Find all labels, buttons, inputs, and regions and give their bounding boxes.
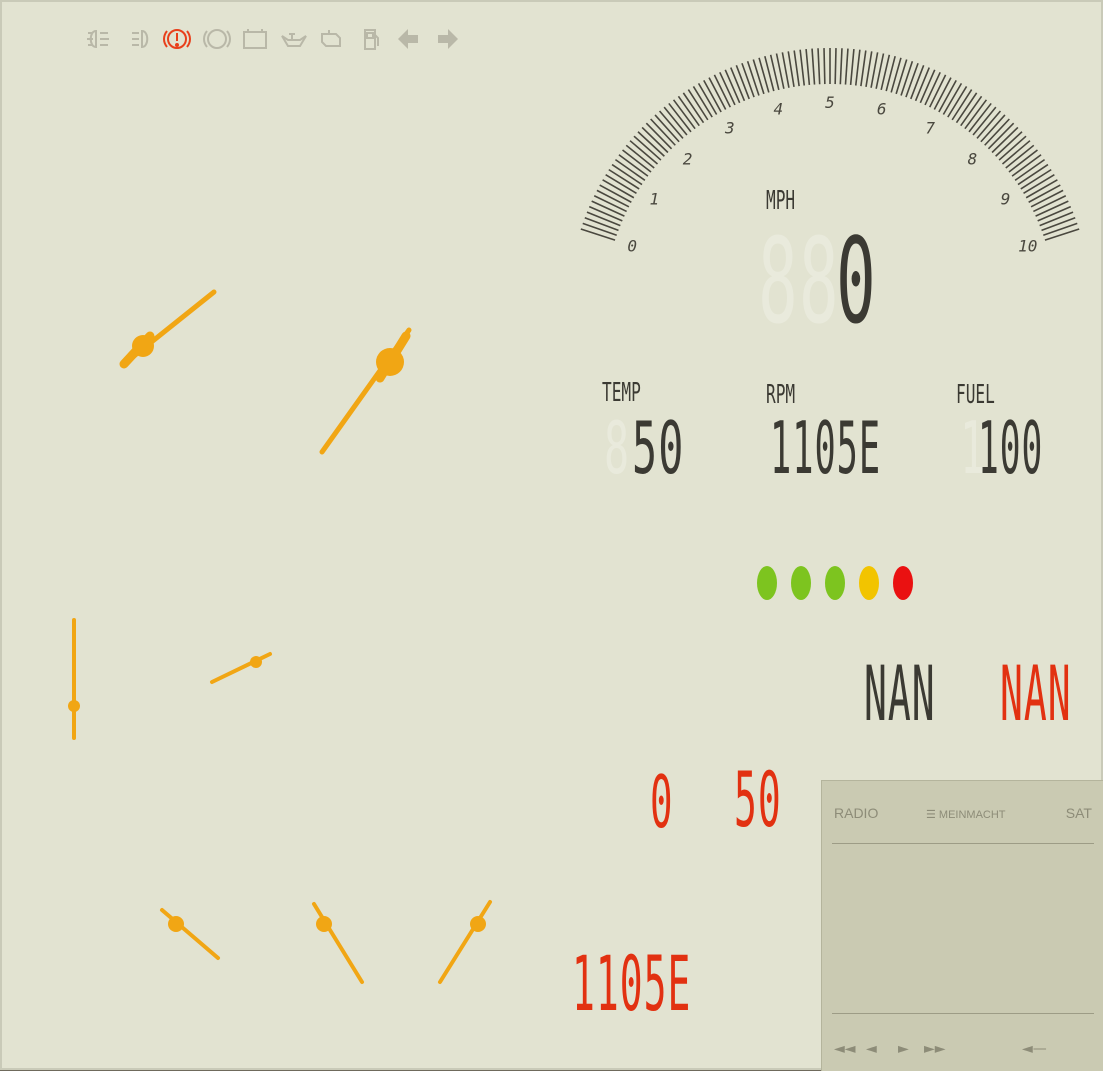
speedo-tick-label: 1 xyxy=(650,190,660,209)
needle-3 xyxy=(68,618,80,740)
wave-icon: ☰ xyxy=(926,809,939,821)
forward-button[interactable]: ►► xyxy=(924,1041,946,1057)
shift-light xyxy=(859,566,879,600)
red-readout-b: 50 xyxy=(734,755,782,844)
shift-light xyxy=(825,566,845,600)
speedo-tick xyxy=(752,59,765,95)
speedo-tick xyxy=(582,222,617,237)
speedo-tick xyxy=(1043,222,1078,237)
needle-layer xyxy=(68,289,492,984)
needle-7 xyxy=(438,900,492,984)
tab-radio[interactable]: RADIO xyxy=(834,805,878,821)
temp-label: TEMP xyxy=(602,378,641,408)
speedo-tick xyxy=(793,50,800,87)
radio-brand-label: MEINMACHT xyxy=(938,809,1006,821)
speedo-tick xyxy=(746,61,760,96)
speedo-tick-label: 5 xyxy=(825,93,835,112)
rpm-value: 1105E xyxy=(770,406,882,490)
shift-light xyxy=(791,566,811,600)
temp-value: 50 xyxy=(632,406,685,490)
speedo-tick xyxy=(854,49,861,86)
speedo-tick xyxy=(735,65,750,100)
needle-2 xyxy=(319,327,412,455)
speedo-tick-label: 8 xyxy=(968,149,978,168)
speedo-tick xyxy=(741,62,755,98)
red-readout-c: 1105E xyxy=(572,939,692,1028)
speedo-tick xyxy=(870,52,879,88)
needle-1 xyxy=(119,289,217,369)
speedo-tick-label: 0 xyxy=(627,237,637,256)
prev-button[interactable]: ◄ xyxy=(866,1041,877,1057)
speedo-tick-label: 3 xyxy=(724,119,735,138)
nan-readout-red: NAN xyxy=(1000,649,1072,738)
speed-ghost-digits: 88 xyxy=(758,212,840,350)
speedo-tick xyxy=(584,216,619,232)
speedo-tick xyxy=(865,51,873,88)
radio-divider-bottom xyxy=(832,1013,1094,1014)
speedo-tick xyxy=(805,49,811,86)
fuel-value: 100 xyxy=(978,406,1044,490)
speedo-tick-label: 4 xyxy=(773,100,783,119)
shift-light xyxy=(893,566,913,600)
speedo-tick-label: 10 xyxy=(1018,237,1037,256)
speedo-tick xyxy=(860,50,867,87)
speedo-tick xyxy=(844,48,849,85)
speedo-tick xyxy=(817,48,821,85)
speedo-tick xyxy=(849,49,855,86)
speedo-tick xyxy=(1039,211,1074,227)
temp-ghost-digit: 8 xyxy=(604,406,631,490)
needle-5 xyxy=(160,908,220,960)
radio-panel: RADIO ☰ MEINMACHT SAT ◄◄ ◄ ► ►► ◄— xyxy=(821,780,1103,1071)
play-button[interactable]: ► xyxy=(898,1041,909,1057)
speedo-tick xyxy=(811,48,816,85)
red-readout-a: 0 xyxy=(650,760,674,844)
speedo-tick xyxy=(895,59,908,95)
radio-brand: ☰ MEINMACHT xyxy=(926,808,1006,821)
nan-readout-black: NAN xyxy=(864,649,936,738)
speedo-tick-label: 7 xyxy=(925,119,935,138)
speedo-tick-label: 9 xyxy=(1001,190,1011,209)
speedo-tick xyxy=(900,61,914,96)
volume-control[interactable]: ◄— xyxy=(1022,1041,1047,1057)
speedo-tick xyxy=(905,62,919,98)
speedo-tick xyxy=(823,48,826,85)
speedo-tick-label: 6 xyxy=(877,100,887,119)
needle-4 xyxy=(210,652,272,684)
speedo-tick xyxy=(799,49,806,86)
speedo-tick xyxy=(1041,216,1076,232)
shift-light xyxy=(757,566,777,600)
dashboard-panel: 0 1 2 3 4 5 6 7 8 9 10 MPH 88 0 TEMP 8 50 RPM 1105… xyxy=(0,0,1103,1071)
speedo-tick xyxy=(1044,228,1080,241)
speedo-tick xyxy=(787,51,795,88)
tab-sat[interactable]: SAT xyxy=(1066,805,1092,821)
speedo-tick xyxy=(730,67,746,102)
speedo-tick xyxy=(781,52,790,88)
speedo-tick xyxy=(586,211,621,227)
speedo-tick xyxy=(834,48,837,85)
speedo-tick xyxy=(580,228,616,241)
speedo-tick-label: 2 xyxy=(683,149,693,168)
speedo-tick xyxy=(839,48,843,85)
speed-value: 0 xyxy=(836,212,877,350)
speedo-tick xyxy=(914,67,930,102)
rewind-button[interactable]: ◄◄ xyxy=(834,1041,856,1057)
radio-divider-top xyxy=(832,843,1094,844)
shift-lights xyxy=(757,566,913,600)
speedo-tick xyxy=(910,65,925,100)
needle-6 xyxy=(312,902,364,984)
